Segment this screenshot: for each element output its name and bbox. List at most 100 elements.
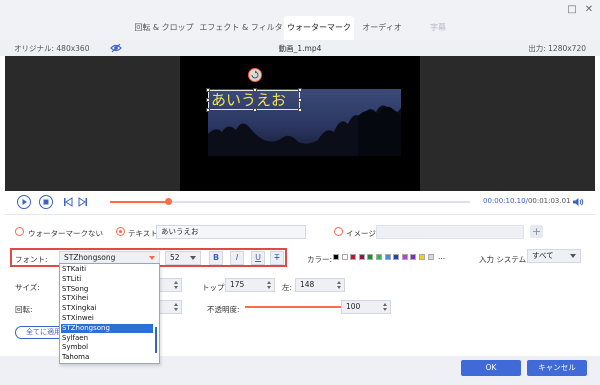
- rotation-label: 回転:: [15, 305, 33, 314]
- color-swatch[interactable]: [401, 254, 408, 260]
- file-name: 動画_1.mp4: [278, 44, 322, 53]
- decrement-icon[interactable]: [174, 308, 178, 311]
- font-option[interactable]: STLiti: [61, 275, 153, 284]
- color-swatch[interactable]: [376, 254, 382, 260]
- font-label: フォント:: [15, 255, 48, 264]
- underline-button[interactable]: U: [251, 251, 265, 265]
- color-swatch[interactable]: [333, 254, 339, 260]
- strikethrough-button[interactable]: T: [270, 251, 284, 265]
- left-label: 左:: [282, 283, 293, 292]
- tab-watermark[interactable]: ウォーターマーク: [284, 16, 354, 40]
- resize-handle[interactable]: [206, 88, 210, 92]
- resize-handle[interactable]: [253, 88, 257, 92]
- resize-handle[interactable]: [298, 88, 302, 92]
- tab-bar: 回転 & クロップ エフェクト & フィルター ウォーターマーク オーディオ 字…: [0, 16, 600, 56]
- chevron-down-icon: [190, 256, 196, 260]
- image-path-field[interactable]: [376, 225, 524, 239]
- image-watermark-radio[interactable]: [334, 227, 343, 236]
- increment-icon[interactable]: [174, 281, 178, 284]
- font-size-select[interactable]: 52: [165, 251, 201, 265]
- increment-icon[interactable]: [383, 303, 387, 306]
- font-option[interactable]: STXinwei: [61, 314, 153, 323]
- chevron-down-icon: [570, 254, 576, 258]
- input-system-select[interactable]: すべて: [527, 249, 581, 263]
- more-colors-button[interactable]: ...: [438, 252, 445, 261]
- increment-icon[interactable]: [174, 303, 178, 306]
- previous-frame-icon[interactable]: [62, 196, 74, 208]
- color-swatch[interactable]: [367, 254, 374, 260]
- next-frame-icon[interactable]: [77, 196, 89, 208]
- resize-handle[interactable]: [206, 108, 210, 112]
- decrement-icon[interactable]: [383, 308, 387, 311]
- color-swatch[interactable]: [358, 254, 365, 260]
- font-option[interactable]: STZhongsong: [61, 323, 153, 333]
- font-option[interactable]: STSong: [61, 285, 153, 294]
- playback-controls: 00:00:10.10/00:01:03.01: [0, 191, 600, 213]
- decrement-icon[interactable]: [337, 286, 341, 289]
- watermark-box[interactable]: あいうえお: [206, 88, 302, 112]
- add-image-button[interactable]: +: [530, 225, 543, 238]
- watermark-text-input[interactable]: あいうえお: [156, 225, 306, 239]
- resize-handle[interactable]: [298, 108, 302, 112]
- rotate-handle-icon[interactable]: [248, 68, 262, 82]
- title-bar: □ ✕ 回転 & クロップ エフェクト & フィルター ウォーターマーク オーデ…: [0, 0, 600, 56]
- top-position-stepper[interactable]: 175: [225, 278, 275, 292]
- play-button[interactable]: [17, 195, 31, 209]
- left-position-stepper[interactable]: 148: [295, 278, 345, 292]
- increment-icon[interactable]: [337, 281, 341, 284]
- color-swatch[interactable]: [419, 254, 425, 260]
- color-swatch[interactable]: [410, 254, 417, 260]
- preview-backdrop-right: [420, 56, 595, 191]
- opacity-slider[interactable]: [245, 306, 343, 308]
- top-label: トップ:: [202, 283, 228, 292]
- close-icon[interactable]: ✕: [583, 4, 595, 16]
- resize-handle[interactable]: [206, 98, 210, 102]
- stop-icon: [43, 199, 49, 205]
- video-preview[interactable]: あいうえお: [180, 56, 420, 191]
- font-option[interactable]: STKaiti: [61, 265, 153, 274]
- resize-handle[interactable]: [298, 98, 302, 102]
- stop-button[interactable]: [39, 195, 53, 209]
- font-size-value: 52: [170, 253, 180, 262]
- top-position-value: 175: [230, 280, 245, 289]
- color-swatch[interactable]: [341, 254, 348, 260]
- color-swatch[interactable]: [427, 254, 434, 260]
- volume-icon[interactable]: [572, 196, 584, 208]
- left-position-value: 148: [300, 280, 315, 289]
- font-option[interactable]: STXihei: [61, 294, 153, 303]
- image-watermark-label: イメージ: [346, 229, 376, 238]
- increment-icon[interactable]: [267, 281, 271, 284]
- tab-subtitle[interactable]: 字幕: [418, 16, 458, 40]
- tab-rotate-crop[interactable]: 回転 & クロップ: [128, 16, 200, 40]
- progress-handle[interactable]: [164, 198, 172, 205]
- cancel-button[interactable]: キャンセル: [527, 360, 587, 376]
- opacity-stepper[interactable]: 100: [341, 300, 391, 314]
- current-time: 00:00:10.10: [483, 197, 526, 205]
- color-swatch[interactable]: [350, 254, 357, 260]
- font-option[interactable]: Tahoma: [61, 353, 153, 362]
- font-option[interactable]: Symbol: [61, 343, 153, 352]
- color-swatch[interactable]: [393, 254, 400, 260]
- decrement-icon[interactable]: [174, 286, 178, 289]
- font-option[interactable]: Sylfaen: [61, 334, 153, 343]
- progress-fill: [110, 201, 168, 203]
- output-resolution: 出力: 1280x720: [528, 44, 586, 53]
- font-option[interactable]: STXingkai: [61, 304, 153, 313]
- apply-to-all-button[interactable]: 全てに適用: [15, 326, 65, 339]
- progress-bar[interactable]: [110, 198, 470, 205]
- minimize-icon[interactable]: □: [566, 4, 578, 16]
- dropdown-scrollbar[interactable]: [155, 327, 157, 353]
- total-time: 00:01:03.01: [527, 197, 571, 205]
- font-dropdown-list[interactable]: STKaiti STLiti STSong STXihei STXingkai STXin…: [59, 263, 160, 364]
- no-watermark-radio[interactable]: [15, 227, 24, 236]
- ok-button[interactable]: OK: [461, 360, 521, 376]
- italic-button[interactable]: I: [230, 251, 244, 265]
- text-watermark-radio[interactable]: [116, 227, 125, 236]
- color-swatch[interactable]: [384, 254, 391, 260]
- resize-handle[interactable]: [253, 108, 257, 112]
- bold-button[interactable]: B: [209, 251, 223, 265]
- tab-effects-filters[interactable]: エフェクト & フィルター: [198, 16, 284, 56]
- input-system-value: すべて: [532, 251, 554, 260]
- tab-audio[interactable]: オーディオ: [354, 16, 410, 40]
- decrement-icon[interactable]: [267, 286, 271, 289]
